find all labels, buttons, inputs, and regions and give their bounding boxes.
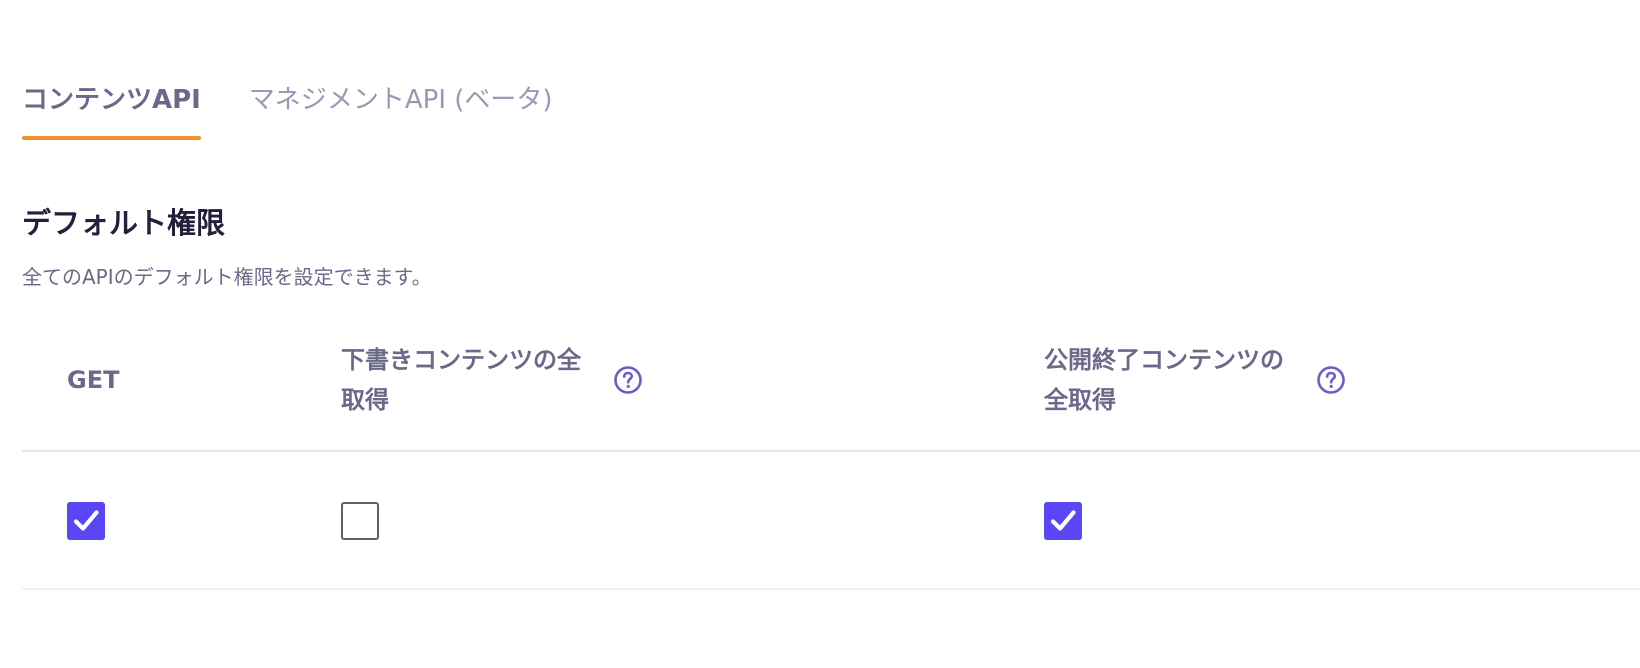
table-header: GET 下書きコンテンツの全取得 公開終了コンテンツの全取得 [22,330,1640,452]
api-tabs: コンテンツAPI マネジメントAPI (ベータ) [22,78,553,140]
help-icon[interactable] [613,365,643,395]
header-draft-all: 下書きコンテンツの全取得 [341,340,643,420]
header-get: GET [67,366,120,394]
section-description: 全てのAPIのデフォルト権限を設定できます。 [22,265,432,289]
table-row [22,452,1640,590]
closed-all-checkbox[interactable] [1044,502,1082,540]
tab-management-api[interactable]: マネジメントAPI (ベータ) [249,78,553,140]
permissions-table: GET 下書きコンテンツの全取得 公開終了コンテンツの全取得 [22,330,1640,590]
tab-content-api[interactable]: コンテンツAPI [22,78,201,140]
section-title: デフォルト権限 [22,206,226,240]
get-checkbox[interactable] [67,502,105,540]
header-closed-label: 公開終了コンテンツの全取得 [1044,346,1284,414]
header-closed-all: 公開終了コンテンツの全取得 [1044,340,1346,420]
draft-all-checkbox[interactable] [341,502,379,540]
help-icon[interactable] [1316,365,1346,395]
checkmark-icon [73,510,99,531]
checkmark-icon [1050,510,1076,531]
header-draft-label: 下書きコンテンツの全取得 [341,346,581,414]
